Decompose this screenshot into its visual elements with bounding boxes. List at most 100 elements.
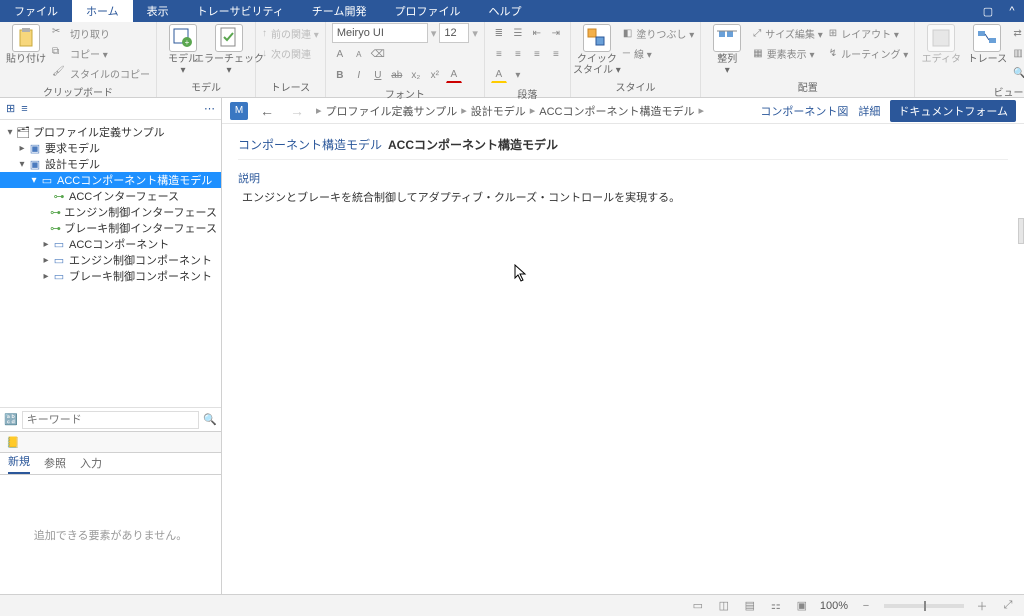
- tree-tool-icon[interactable]: ≡: [21, 103, 27, 115]
- zoom-out-button[interactable]: −: [858, 598, 874, 614]
- search-option-icon[interactable]: 🔍: [203, 413, 217, 426]
- status-view2-icon[interactable]: ◫: [716, 598, 732, 614]
- fit-button[interactable]: ⤢: [1000, 598, 1016, 614]
- font-shrink-icon[interactable]: A: [351, 46, 367, 62]
- window-minimize-icon[interactable]: ▢: [976, 0, 1000, 22]
- tab-traceability[interactable]: トレーサビリティ: [183, 0, 298, 22]
- tree-node-req[interactable]: ▸▣要求モデル: [0, 140, 221, 156]
- doc-body[interactable]: エンジンとブレーキを統合制御してアダプティブ・クルーズ・コントロールを実現する。: [238, 190, 1008, 208]
- bullets-icon[interactable]: ≣: [491, 25, 507, 41]
- ribbon-group-font: Meiryo UI ▾ 12 ▾ A A ⌫ B I U ab x₂ x² A …: [326, 22, 485, 97]
- tab-profile[interactable]: プロファイル: [380, 0, 474, 22]
- tree-node-brk-comp[interactable]: ▸▭ブレーキ制御コンポーネント: [0, 268, 221, 284]
- italic-icon[interactable]: I: [351, 67, 367, 83]
- copy-style-button[interactable]: 🖌スタイルのコピー: [52, 64, 150, 82]
- align-button[interactable]: 整列 ▾: [707, 24, 747, 76]
- layout-button[interactable]: ⊞レイアウト ▾: [829, 24, 909, 42]
- detail-link[interactable]: 詳細: [858, 103, 880, 119]
- line-button[interactable]: ─線 ▾: [623, 44, 694, 62]
- outdent-icon[interactable]: ⇤: [529, 25, 545, 41]
- zoom-label: 100%: [820, 600, 848, 612]
- font-name-select[interactable]: Meiryo UI: [332, 23, 428, 43]
- trace-view-button[interactable]: トレース: [967, 24, 1007, 65]
- tab-team[interactable]: チーム開発: [298, 0, 381, 22]
- ribbon-group-trace: ↑前の関連 ▾ ↓次の関連 トレース: [256, 22, 326, 97]
- font-color-icon[interactable]: A: [446, 67, 462, 83]
- display-button[interactable]: ▦要素表示 ▾: [753, 44, 823, 62]
- check-icon: [215, 24, 243, 52]
- subeditor-button[interactable]: ▥サブエディタ: [1013, 44, 1024, 62]
- inspector-button[interactable]: 🔍インスペクタ: [1013, 64, 1024, 82]
- doc-name: ACCコンポーネント構造モデル: [388, 136, 558, 153]
- align-center-icon[interactable]: ≡: [510, 46, 526, 62]
- size-edit-button[interactable]: ⤢サイズ編集 ▾: [753, 24, 823, 42]
- tree-node-eng-comp[interactable]: ▸▭エンジン制御コンポーネント: [0, 252, 221, 268]
- tree-node-design[interactable]: ▾▣設計モデル: [0, 156, 221, 172]
- copy-button[interactable]: ⧉コピー ▾: [52, 44, 150, 62]
- strike-icon[interactable]: ab: [389, 67, 405, 83]
- routing-button[interactable]: ↯ルーティング ▾: [829, 44, 909, 62]
- nav-back-button[interactable]: ←: [256, 103, 278, 119]
- status-view3-icon[interactable]: ▤: [742, 598, 758, 614]
- lower-panel-tabs: 新規 参照 入力: [0, 453, 221, 475]
- justify-icon[interactable]: ≡: [548, 46, 564, 62]
- ribbon-group-clipboard: 貼り付け ✂切り取り ⧉コピー ▾ 🖌スタイルのコピー クリップボード: [0, 22, 157, 97]
- paste-button[interactable]: 貼り付け: [6, 24, 46, 65]
- subtab-input[interactable]: 入力: [80, 455, 102, 474]
- tree-tool-icon[interactable]: ⋯: [204, 102, 215, 115]
- empty-message: 追加できる要素がありません。: [0, 475, 221, 594]
- cut-button[interactable]: ✂切り取り: [52, 24, 150, 42]
- fill-button[interactable]: ◧塗りつぶし ▾: [623, 24, 694, 42]
- status-view5-icon[interactable]: ▣: [794, 598, 810, 614]
- tree-tool-icon[interactable]: ⊞: [6, 102, 15, 115]
- tree-node-acc-struct[interactable]: ▾▭ACCコンポーネント構造モデル: [0, 172, 221, 188]
- tab-home[interactable]: ホーム: [72, 0, 133, 22]
- tree-node-eng-if[interactable]: ⊶エンジン制御インターフェース: [0, 204, 221, 220]
- swap-button[interactable]: ⇄左右を入れ替え: [1013, 24, 1024, 42]
- superscript-icon[interactable]: x²: [427, 67, 443, 83]
- ribbon-group-layout: 整列 ▾ ⤢サイズ編集 ▾ ▦要素表示 ▾ ⊞レイアウト ▾ ↯ルーティング ▾…: [701, 22, 915, 97]
- tab-view[interactable]: 表示: [133, 0, 183, 22]
- tree-node-acc-if[interactable]: ⊶ACCインターフェース: [0, 188, 221, 204]
- numbering-icon[interactable]: ☰: [510, 25, 526, 41]
- subtab-new[interactable]: 新規: [8, 453, 30, 474]
- tree-node-root[interactable]: ▾🗂プロファイル定義サンプル: [0, 124, 221, 140]
- font-size-select[interactable]: 12: [439, 23, 469, 43]
- tree-node-brk-if[interactable]: ⊶ブレーキ制御インターフェース: [0, 220, 221, 236]
- tab-help[interactable]: ヘルプ: [474, 0, 535, 22]
- crumb-root[interactable]: プロファイル定義サンプル: [326, 103, 458, 119]
- crumb-design[interactable]: 設計モデル: [471, 103, 526, 119]
- align-right-icon[interactable]: ≡: [529, 46, 545, 62]
- search-input[interactable]: [22, 411, 200, 429]
- editor-icon: [927, 24, 955, 52]
- routing-icon: ↯: [829, 48, 837, 59]
- underline-icon[interactable]: U: [370, 67, 386, 83]
- clear-format-icon[interactable]: ⌫: [370, 46, 386, 62]
- font-grow-icon[interactable]: A: [332, 46, 348, 62]
- crumb-current[interactable]: ACCコンポーネント構造モデル: [539, 103, 694, 119]
- editor-button[interactable]: エディタ: [921, 24, 961, 65]
- subtab-ref[interactable]: 参照: [44, 455, 66, 474]
- highlight-icon[interactable]: A: [491, 67, 507, 83]
- indent-icon[interactable]: ⇥: [548, 25, 564, 41]
- lower-panel-header[interactable]: 📒: [0, 431, 221, 453]
- component-diagram-link[interactable]: コンポーネント図: [760, 103, 848, 119]
- tree-node-acc-comp[interactable]: ▸▭ACCコンポーネント: [0, 236, 221, 252]
- model-tree[interactable]: ▾🗂プロファイル定義サンプル ▸▣要求モデル ▾▣設計モデル ▾▭ACCコンポー…: [0, 120, 221, 288]
- subscript-icon[interactable]: x₂: [408, 67, 424, 83]
- bold-icon[interactable]: B: [332, 67, 348, 83]
- error-check-button[interactable]: エラーチェック ▾: [209, 24, 249, 76]
- component-icon: ▭: [52, 254, 66, 266]
- ribbon-collapse-icon[interactable]: ^: [1000, 0, 1024, 22]
- status-view1-icon[interactable]: ▭: [690, 598, 706, 614]
- subeditor-icon: ▥: [1013, 48, 1022, 59]
- paragraph-more-icon[interactable]: ▾: [510, 67, 526, 83]
- tab-file[interactable]: ファイル: [0, 0, 72, 22]
- zoom-in-button[interactable]: ＋: [974, 598, 990, 614]
- status-view4-icon[interactable]: ⚏: [768, 598, 784, 614]
- document-form-button[interactable]: ドキュメントフォーム: [890, 100, 1016, 122]
- align-left-icon[interactable]: ≡: [491, 46, 507, 62]
- zoom-slider[interactable]: [884, 604, 964, 608]
- collapse-handle[interactable]: [1018, 218, 1024, 244]
- quick-style-button[interactable]: クイック スタイル ▾: [577, 24, 617, 76]
